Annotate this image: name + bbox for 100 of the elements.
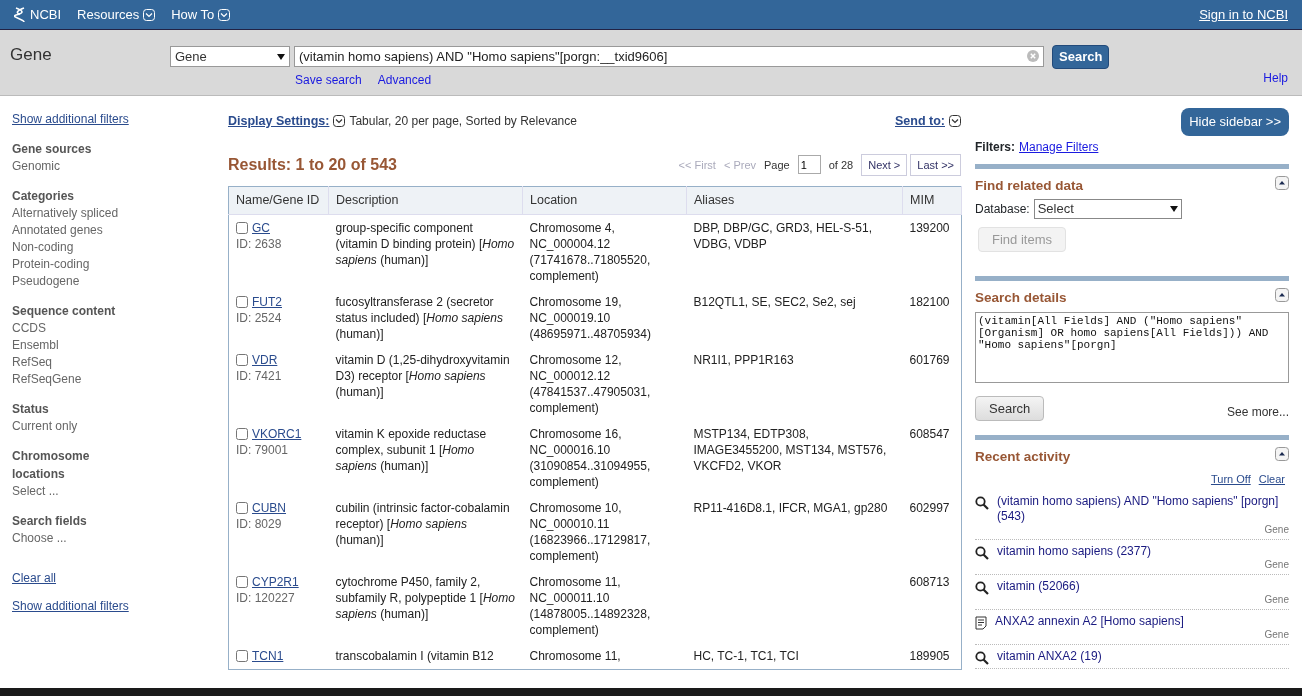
gene-link[interactable]: FUT2 xyxy=(252,293,282,310)
dropdown-icon[interactable] xyxy=(949,115,961,128)
column-header: Description xyxy=(328,186,523,214)
page-field[interactable]: 1 xyxy=(797,155,821,175)
filters-link[interactable]: Show additional filters xyxy=(12,110,129,128)
display-settings-link[interactable]: Display Settings: xyxy=(228,112,330,131)
gene-id: ID: 8029 xyxy=(236,515,283,532)
activity-item[interactable]: vitamin ANXA2 (19) xyxy=(997,648,1289,664)
results-heading: Results: 1 to 20 of 543 xyxy=(228,154,398,175)
filter-item[interactable]: RefSeqGene xyxy=(12,371,216,388)
sign-in-link[interactable]: Sign in to NCBI xyxy=(1199,4,1288,25)
search-details-box[interactable]: (vitamin[All Fields] AND ("Homo sapiens"[Organism] OR homo sapiens[All Fields])) AND "Homo sapiens"[porgn] xyxy=(975,311,1289,383)
database-label: Database: xyxy=(975,200,1030,218)
see-more-link[interactable]: See more... xyxy=(1226,403,1289,421)
database-tag: Gene xyxy=(995,628,1289,641)
search-button[interactable]: Search xyxy=(1052,45,1110,69)
activity-link[interactable]: Clear xyxy=(1258,471,1285,488)
row-checkbox[interactable] xyxy=(236,427,248,440)
filter-item[interactable]: CCDS xyxy=(12,320,216,337)
filters-link[interactable]: Show additional filters xyxy=(12,597,129,615)
panel-title: Recent activity xyxy=(975,448,1071,466)
description-text: group-specific component (vitamin D binding protein) [Homo sapiens (human)] xyxy=(335,219,516,268)
manage-filters-link[interactable]: Manage Filters xyxy=(1019,137,1099,156)
gene-link[interactable]: VKORC1 xyxy=(252,425,302,442)
description-text: vitamin D (1,25-dihydroxyvitamin D3) receptor [Homo sapiens (human)] xyxy=(335,351,511,400)
helix-icon xyxy=(14,6,26,23)
gene-id: ID: 2638 xyxy=(236,235,283,252)
filter-item[interactable]: Pseudogene xyxy=(12,273,216,290)
description-text: vitamin K epoxide reductase complex, subunit 1 [Homo sapiens (human)] xyxy=(335,425,488,474)
gene-id: ID: 7421 xyxy=(236,367,283,384)
menu-label[interactable]: Resources xyxy=(77,4,140,25)
collapse-icon[interactable] xyxy=(1275,288,1289,303)
dropdown-icon[interactable] xyxy=(333,115,346,128)
row-checkbox[interactable] xyxy=(236,575,248,588)
filter-item[interactable]: Ensembl xyxy=(12,337,216,354)
gene-link[interactable]: CYP2R1 xyxy=(252,573,299,590)
filter-item[interactable]: Choose ... xyxy=(12,530,216,547)
column-header: Location xyxy=(522,186,687,214)
filter-item[interactable]: Current only xyxy=(12,418,216,435)
mim-number: 182100 xyxy=(909,293,951,310)
filter-group-title: Sequence content xyxy=(12,303,117,320)
gene-link[interactable]: VDR xyxy=(252,351,278,368)
description-text: cubilin (intrinsic factor-cobalamin receptor) [Homo sapiens (human)] xyxy=(335,499,511,548)
search-link[interactable]: Advanced xyxy=(377,70,432,89)
search-link[interactable]: Save search xyxy=(295,70,362,89)
logo-text: NCBI xyxy=(30,5,62,24)
activity-item[interactable]: vitamin (52066) xyxy=(997,578,1289,594)
gene-id: ID: 2524 xyxy=(236,309,283,326)
row-checkbox[interactable] xyxy=(236,649,248,662)
hide-sidebar-button[interactable]: Hide sidebar >> xyxy=(1181,108,1289,136)
row-checkbox[interactable] xyxy=(236,353,248,366)
row-checkbox[interactable] xyxy=(236,295,248,308)
location-text: Chromosome 4, NC_000004.12 (71741678..71805520, complement) xyxy=(529,219,652,284)
display-settings-value: Tabular, 20 per page, Sorted by Relevance xyxy=(349,113,577,131)
search-button[interactable]: Search xyxy=(975,395,1045,421)
filter-item[interactable]: Select ... xyxy=(12,483,216,500)
gene-id: ID: 79001 xyxy=(236,441,290,458)
filter-item[interactable]: Alternatively spliced xyxy=(12,205,216,222)
filter-item[interactable]: Non-coding xyxy=(12,239,216,256)
activity-link[interactable]: Turn Off xyxy=(1210,471,1251,488)
filter-item[interactable]: Protein-coding xyxy=(12,256,216,273)
location-text: Chromosome 10, NC_000010.11 (16823966..17129817, complement) xyxy=(529,499,652,564)
location-text: Chromosome 11, NC_000011.10 (14878005..14892328, complement) xyxy=(529,573,652,638)
aliases-text: NR1I1, PPP1R163 xyxy=(693,351,795,368)
page-count: of 28 xyxy=(828,157,854,173)
database-tag: Gene xyxy=(997,558,1289,571)
collapse-icon[interactable] xyxy=(1275,175,1289,190)
database-title: Gene xyxy=(9,44,53,66)
search-icon xyxy=(975,495,989,510)
row-checkbox[interactable] xyxy=(236,501,248,514)
clear-all-link[interactable]: Clear all xyxy=(12,569,56,587)
aliases-text: DBP, DBP/GC, GRD3, HEL-S-51, VDBG, VDBP xyxy=(693,219,873,252)
activity-item[interactable]: vitamin homo sapiens (2377) xyxy=(997,543,1289,559)
panel-title: Find related data xyxy=(975,176,1084,195)
search-field[interactable]: (vitamin homo sapiens) AND "Homo sapiens"[porgn:__txid9606] xyxy=(294,46,1044,68)
send-to-link[interactable]: Send to: xyxy=(895,112,945,131)
help-link[interactable]: Help xyxy=(1263,69,1288,87)
description-text: fucosyltransferase 2 (secretor status included) [Homo sapiens (human)] xyxy=(335,293,504,342)
database-dropdown[interactable]: Gene xyxy=(170,46,290,68)
gene-link[interactable]: TCN1 xyxy=(252,647,284,664)
row-checkbox[interactable] xyxy=(236,221,248,234)
next-page-button[interactable]: Next > xyxy=(861,153,908,176)
gene-link[interactable]: GC xyxy=(252,219,270,236)
activity-item[interactable]: ANXA2 annexin A2 [Homo sapiens] xyxy=(995,613,1289,629)
activity-item[interactable]: (vitamin homo sapiens) AND "Homo sapiens" [porgn] (543) xyxy=(997,493,1289,524)
gene-link[interactable]: CUBN xyxy=(252,499,286,516)
database-tag: Gene xyxy=(997,593,1289,606)
menu-label[interactable]: How To xyxy=(171,4,215,25)
filter-group-title: Chromosome locations xyxy=(12,448,91,483)
document-icon xyxy=(975,615,987,630)
location-text: Chromosome 16, NC_000016.10 (31090854..31094955, complement) xyxy=(529,425,652,490)
database-tag: Gene xyxy=(997,523,1289,536)
mim-number: 189905 xyxy=(909,647,951,664)
description-text: transcobalamin I (vitamin B12 xyxy=(335,647,495,664)
filter-item[interactable]: RefSeq xyxy=(12,354,216,371)
collapse-icon[interactable] xyxy=(1275,447,1289,461)
last-page-button[interactable]: Last >> xyxy=(910,153,961,176)
filter-item[interactable]: Annotated genes xyxy=(12,222,216,239)
filter-item[interactable]: Genomic xyxy=(12,158,216,175)
mim-number: 608547 xyxy=(909,425,951,442)
